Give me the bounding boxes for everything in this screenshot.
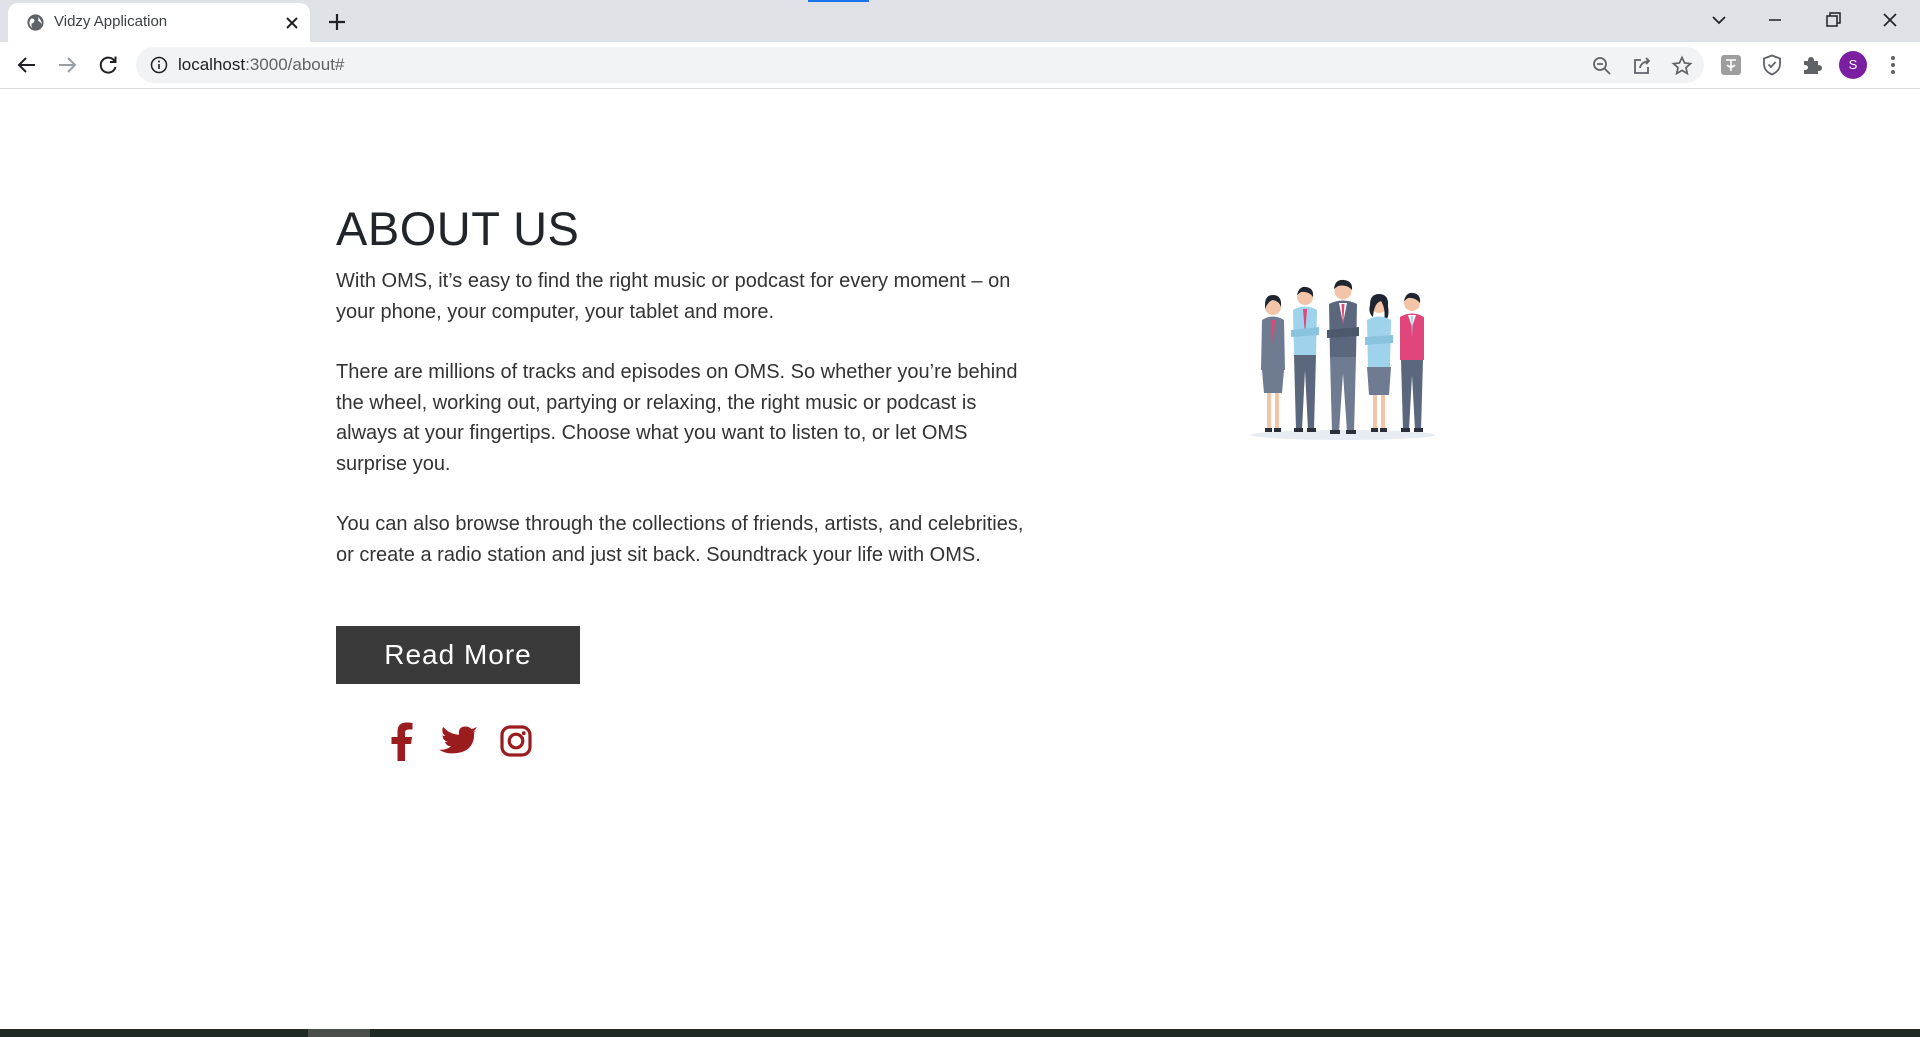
browser-tab-active[interactable]: Vidzy Application [8, 3, 310, 42]
about-paragraph-1: With OMS, it’s easy to find the right mu… [336, 270, 1011, 323]
site-info-icon[interactable] [150, 56, 168, 74]
shield-check-icon[interactable] [1760, 53, 1784, 77]
person-figure [1400, 292, 1424, 432]
extension-translate-icon[interactable] [1719, 53, 1743, 77]
restore-icon[interactable] [1821, 8, 1845, 32]
url-text[interactable]: localhost:3000/about# [178, 55, 344, 75]
read-more-button[interactable]: Read More [336, 626, 580, 684]
minimize-icon[interactable] [1763, 8, 1787, 32]
bottom-scrollbar[interactable] [0, 1029, 1920, 1037]
person-figure [1261, 295, 1285, 432]
address-bar[interactable]: localhost:3000/about# [136, 47, 1704, 83]
facebook-icon[interactable] [384, 721, 420, 761]
person-figure [1327, 279, 1359, 434]
twitter-icon[interactable] [438, 721, 480, 761]
scrollbar-thumb[interactable] [308, 1029, 370, 1037]
browser-toolbar: localhost:3000/about# S [0, 42, 1920, 89]
about-paragraph-3: You can also browse through the collecti… [336, 513, 1024, 566]
profile-avatar[interactable]: S [1839, 51, 1867, 79]
globe-icon [27, 14, 44, 31]
tab-title: Vidzy Application [54, 13, 168, 30]
team-illustration [1251, 279, 1435, 440]
extensions-puzzle-icon[interactable] [1800, 53, 1824, 77]
page-content: ABOUT US With OMS, it’s easy to find the… [0, 89, 1920, 1029]
about-paragraph-2: There are millions of tracks and episode… [336, 361, 1018, 475]
about-heading: ABOUT US [336, 202, 580, 255]
chevron-down-icon[interactable] [1707, 8, 1731, 32]
close-tab-icon[interactable] [283, 14, 301, 32]
instagram-icon[interactable] [498, 721, 534, 761]
close-window-icon[interactable] [1878, 8, 1902, 32]
browser-tab-strip: Vidzy Application [0, 0, 1920, 42]
more-menu-icon[interactable] [1881, 53, 1905, 77]
person-figure [1365, 294, 1393, 432]
back-arrow-icon[interactable] [15, 53, 39, 77]
reload-icon[interactable] [96, 53, 120, 77]
bookmark-star-icon[interactable] [1671, 55, 1693, 77]
forward-arrow-icon[interactable] [55, 53, 79, 77]
tab-strip-accent [808, 0, 869, 2]
person-figure [1291, 286, 1319, 432]
zoom-icon[interactable] [1591, 55, 1613, 77]
share-icon[interactable] [1631, 55, 1653, 77]
new-tab-icon[interactable] [326, 11, 348, 33]
url-path: :3000/about# [245, 55, 345, 74]
url-host: localhost [178, 55, 246, 74]
